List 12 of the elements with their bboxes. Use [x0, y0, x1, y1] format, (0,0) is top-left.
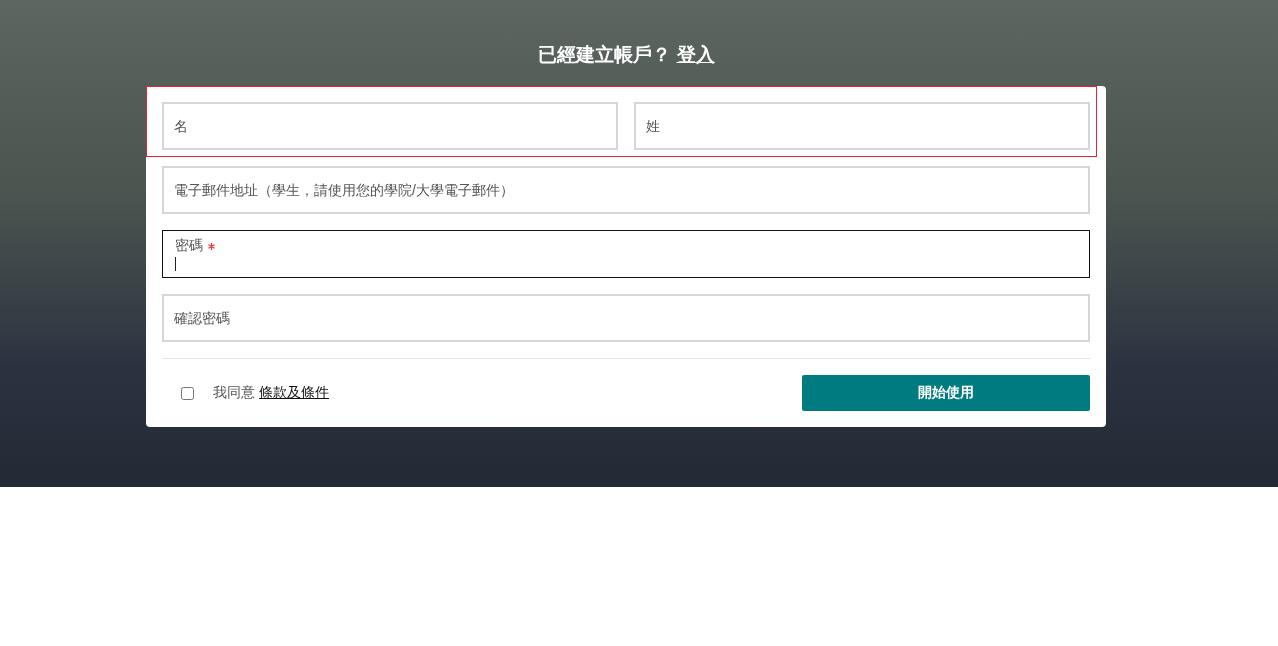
input-field[interactable]: 確認密碼	[162, 294, 1090, 342]
input-field[interactable]: 名	[162, 102, 618, 150]
header-text: 已經建立帳戶？	[537, 43, 671, 67]
terms-checkbox[interactable]	[181, 386, 194, 400]
submit-button[interactable]: 開始使用	[802, 375, 1090, 411]
terms-link[interactable]: 條款及條件	[259, 384, 329, 402]
input-field[interactable]: 電子郵件地址（學生，請使用您的學院/大學電子郵件）	[162, 166, 1090, 214]
login-link[interactable]: 登入	[676, 42, 715, 68]
text-cursor	[175, 257, 176, 271]
terms-label: 我同意	[213, 384, 255, 402]
input-field[interactable]: 姓	[634, 102, 1090, 150]
password-field[interactable]: 密碼	[162, 230, 1090, 278]
